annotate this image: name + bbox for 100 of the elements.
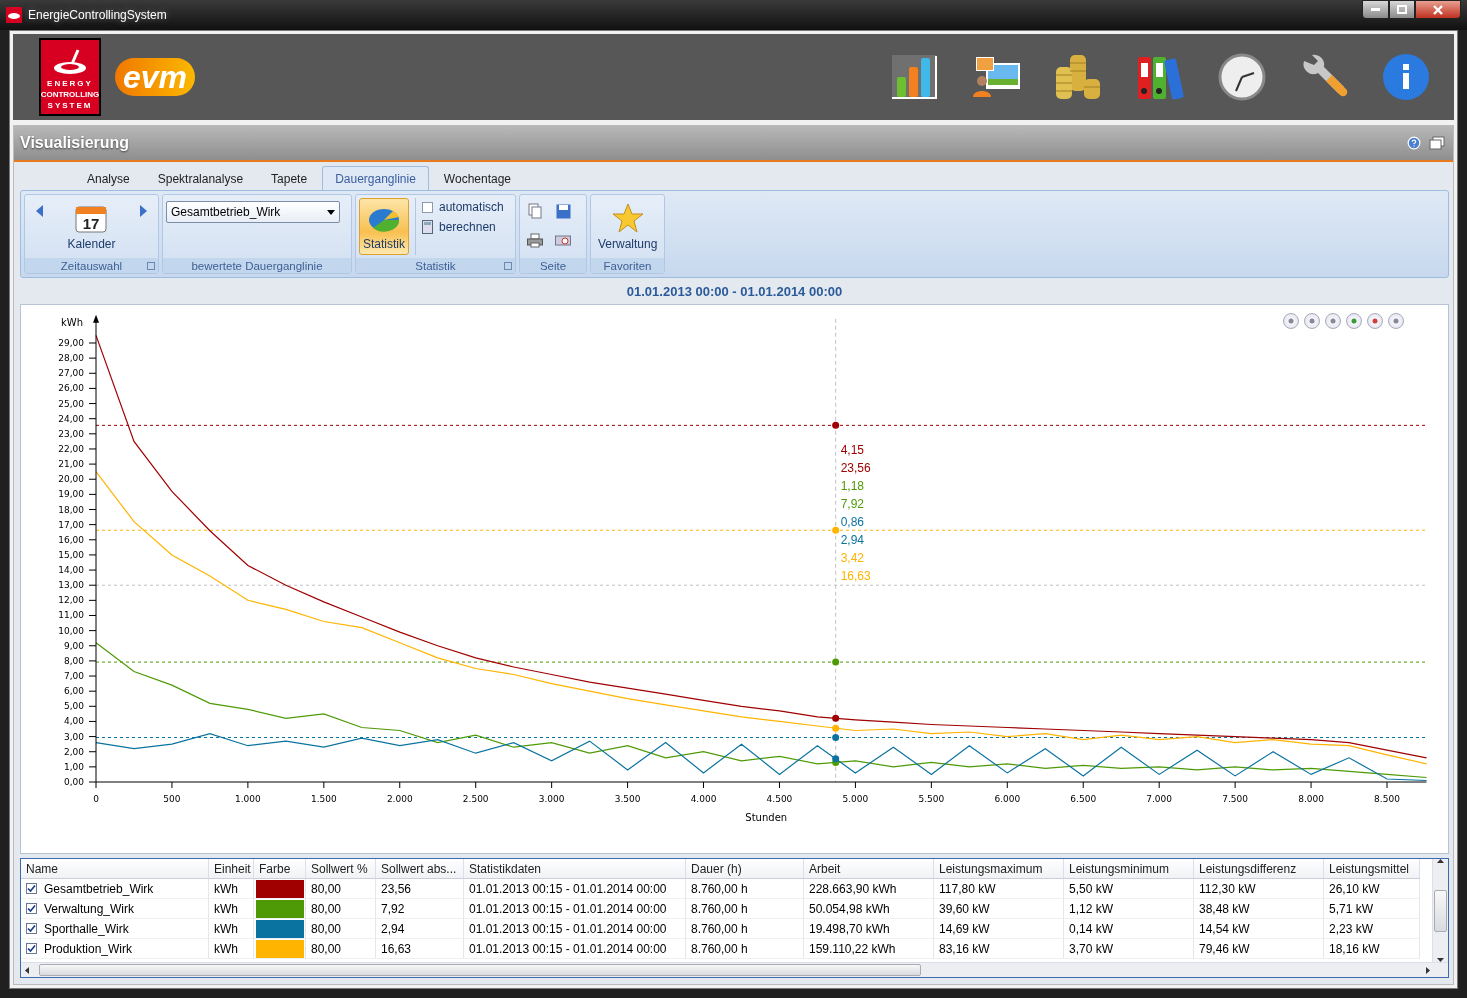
column-header[interactable]: Leistungsmaximum — [934, 859, 1064, 879]
x-axis-title: Stunden — [745, 812, 788, 823]
ribbon-tab[interactable]: Analyse — [74, 166, 143, 190]
table-cell: 79,46 kW — [1199, 941, 1250, 956]
table-cell: kWh — [214, 881, 238, 896]
ribbon-tab[interactable]: Dauerganglinie — [322, 166, 429, 190]
next-icon[interactable] — [138, 204, 149, 218]
column-header[interactable]: Dauer (h) — [686, 859, 804, 879]
table-cell: 50.054,98 kWh — [809, 901, 890, 916]
table-cell: 2,94 — [381, 921, 405, 936]
close-button[interactable] — [1415, 0, 1461, 19]
calculator-icon — [422, 220, 433, 234]
y-tick-label: 8,00 — [63, 655, 84, 666]
cursor-value: 4,15 — [840, 443, 865, 457]
group-label: Statistik — [415, 259, 456, 272]
x-tick-label: 6.000 — [994, 794, 1021, 804]
row-checkbox[interactable] — [26, 943, 37, 954]
vertical-scrollbar[interactable] — [1432, 859, 1448, 962]
maximize-icon — [1397, 5, 1407, 14]
y-tick-label: 15,00 — [58, 549, 84, 560]
group-label: Favoriten — [603, 259, 652, 272]
maximize-button[interactable] — [1389, 0, 1415, 19]
column-header[interactable]: Einheit — [209, 859, 254, 879]
table-cell: 228.663,90 kWh — [809, 881, 897, 896]
y-tick-label: 21,00 — [58, 459, 84, 470]
dropdown-arrow-icon — [327, 209, 335, 215]
table-cell: 5,71 kW — [1329, 901, 1373, 916]
table-cell: 01.01.2013 00:15 - 01.01.2014 00:00 — [469, 881, 667, 896]
scroll-right-icon[interactable] — [1426, 966, 1430, 974]
row-checkbox[interactable] — [26, 883, 37, 894]
help-icon[interactable] — [1407, 136, 1421, 150]
launcher-icon[interactable] — [147, 262, 155, 270]
table-cell: 80,00 — [311, 941, 342, 956]
minimize-button[interactable] — [1362, 0, 1389, 19]
x-tick-label: 5.500 — [918, 794, 945, 804]
previous-icon[interactable] — [34, 204, 45, 218]
table-cell: Produktion_Wirk — [44, 941, 133, 956]
ribbon-tab[interactable]: Tapete — [258, 166, 321, 190]
y-tick-label: 7,00 — [63, 671, 84, 682]
column-header[interactable]: Statistikdaten — [464, 859, 686, 879]
y-tick-label: 24,00 — [58, 413, 84, 424]
column-header[interactable]: Leistungsdifferenz — [1194, 859, 1324, 879]
row-checkbox[interactable] — [26, 923, 37, 934]
table-cell: 2,23 kW — [1329, 921, 1373, 936]
minimize-icon — [1371, 8, 1380, 11]
scroll-up-icon[interactable] — [1437, 859, 1444, 863]
table-cell: kWh — [214, 921, 238, 936]
column-header[interactable]: Arbeit — [804, 859, 934, 879]
auto-checkbox[interactable]: automatisch — [422, 200, 504, 214]
column-header[interactable]: Sollwert abs... — [376, 859, 464, 879]
statistics-button[interactable]: Statistik — [359, 198, 409, 255]
table-cell: 3,70 kW — [1069, 941, 1113, 956]
restore-icon[interactable] — [1429, 136, 1445, 150]
column-header[interactable]: Name — [21, 859, 209, 879]
table-cell: kWh — [214, 941, 238, 956]
print-icon[interactable] — [524, 230, 546, 251]
y-tick-label: 1,00 — [63, 761, 84, 772]
launcher-icon[interactable] — [504, 262, 512, 270]
table-cell: 8.760,00 h — [691, 921, 748, 936]
cursor-value: 23,56 — [840, 461, 871, 475]
y-tick-label: 19,00 — [58, 489, 84, 500]
clock-icon[interactable] — [1216, 51, 1268, 103]
x-tick-label: 3.500 — [614, 794, 641, 804]
column-header[interactable]: Farbe — [254, 859, 306, 879]
cursor-dot — [832, 714, 840, 722]
calculate-button[interactable]: berechnen — [422, 220, 504, 234]
ribbon-tab[interactable]: Wochentage — [430, 166, 525, 190]
x-tick-label: 5.000 — [842, 794, 869, 804]
series-dropdown[interactable]: Gesamtbetrieb_Wirk — [166, 201, 340, 223]
column-header[interactable]: Leistungsminimum — [1064, 859, 1194, 879]
table-cell: 18,16 kW — [1329, 941, 1380, 956]
y-tick-label: 29,00 — [58, 338, 84, 348]
window-title: EnergieControllingSystem — [28, 8, 168, 22]
info-icon[interactable] — [1380, 51, 1432, 103]
table-cell: 7,92 — [381, 901, 405, 916]
y-tick-label: 2,00 — [63, 746, 84, 757]
favorites-button[interactable]: Verwaltung — [594, 198, 662, 255]
table-cell: 01.01.2013 00:15 - 01.01.2014 00:00 — [469, 921, 667, 936]
module-title: Visualisierung — [20, 134, 131, 152]
table-cell: 01.01.2013 00:15 - 01.01.2014 00:00 — [469, 941, 667, 956]
table-cell: Sporthalle_Wirk — [44, 921, 129, 936]
y-tick-label: 6,00 — [63, 686, 84, 697]
row-checkbox[interactable] — [26, 903, 37, 914]
star-icon — [611, 203, 644, 233]
y-tick-label: 18,00 — [58, 504, 84, 515]
cursor-value: 2,94 — [840, 533, 865, 547]
x-tick-label: 2.500 — [462, 794, 489, 804]
y-tick-label: 22,00 — [58, 443, 84, 454]
scroll-left-icon[interactable] — [25, 966, 29, 974]
table-cell: 8.760,00 h — [691, 901, 748, 916]
calendar-button[interactable]: 17 Kalender — [63, 198, 120, 255]
horizontal-scrollbar[interactable] — [21, 962, 1448, 977]
column-header[interactable]: Sollwert % — [306, 859, 376, 879]
group-label: Zeitauswahl — [60, 259, 123, 272]
ribbon-tab[interactable]: Spektralanalyse — [144, 166, 257, 190]
column-header[interactable]: Leistungsmittel — [1324, 859, 1420, 879]
table-cell: 83,16 kW — [939, 941, 990, 956]
y-axis-title: kWh — [61, 317, 84, 328]
x-tick-label: 7.000 — [1146, 794, 1173, 804]
table-cell: 38,48 kW — [1199, 901, 1250, 916]
